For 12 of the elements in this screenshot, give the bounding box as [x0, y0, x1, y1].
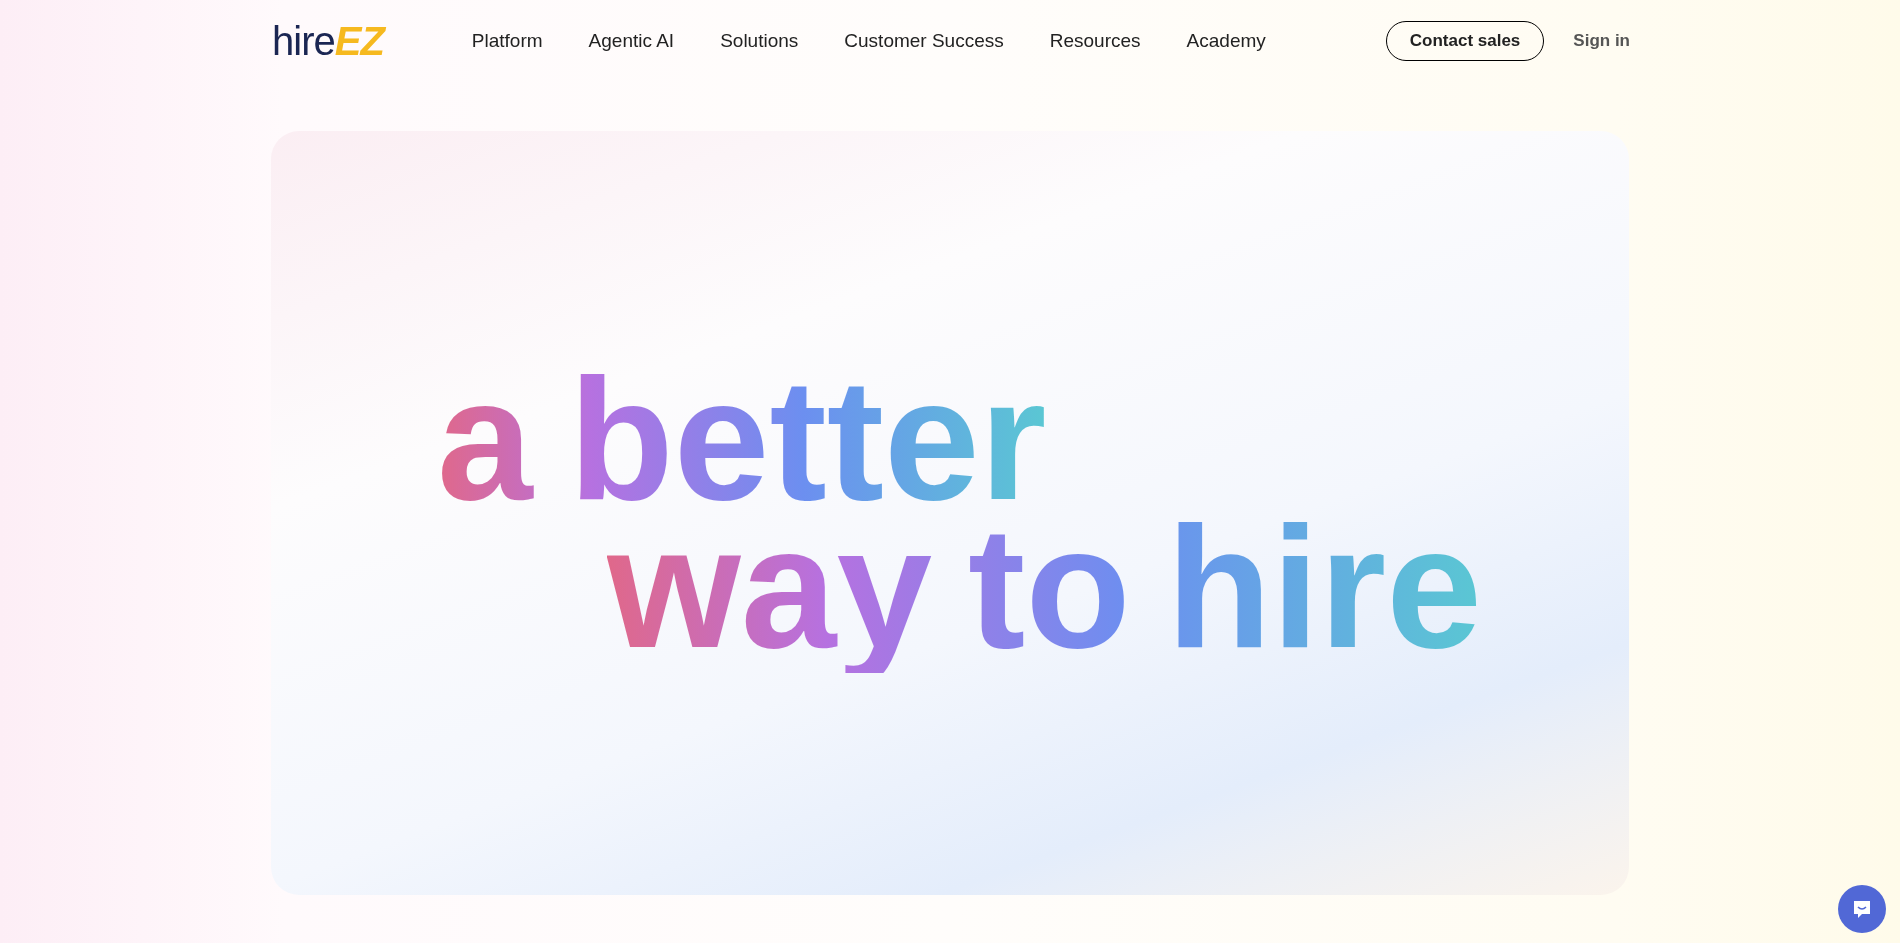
sign-in-link[interactable]: Sign in	[1573, 28, 1630, 54]
logo[interactable]: hireEZ	[272, 21, 384, 61]
chat-icon	[1851, 898, 1873, 920]
nav-link[interactable]: Solutions	[720, 26, 799, 56]
nav-link[interactable]: Platform	[471, 26, 543, 56]
nav-link[interactable]: Customer Success	[844, 26, 1004, 56]
nav-link[interactable]: Academy	[1186, 26, 1266, 56]
nav-link[interactable]: Resources	[1049, 26, 1141, 56]
headline-word: a	[437, 353, 533, 525]
chat-button[interactable]	[1838, 885, 1886, 933]
headline-word: hire	[1166, 501, 1482, 673]
nav-link[interactable]: Agentic AI	[588, 26, 675, 56]
